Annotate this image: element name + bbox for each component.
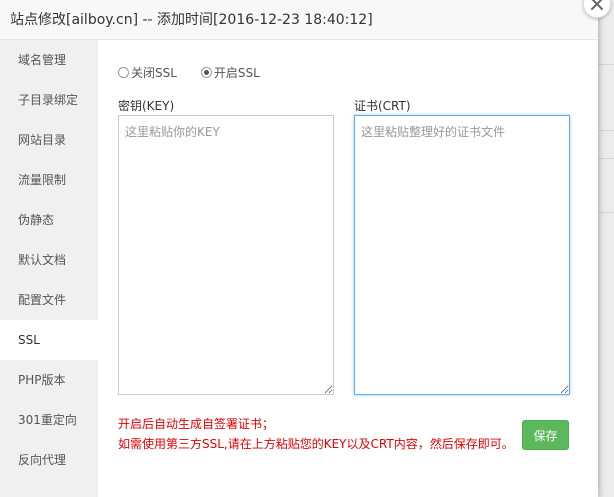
- sidebar-nav: 域名管理 子目录绑定 网站目录 流量限制 伪静态 默认文档 配置文件 SSL P…: [0, 40, 98, 497]
- save-button[interactable]: 保存: [522, 420, 569, 450]
- radio-unchecked-icon[interactable]: [118, 67, 129, 78]
- ssl-on-label: 开启SSL: [213, 66, 260, 80]
- close-icon[interactable]: [591, 0, 603, 10]
- sidebar-item-traffic-limit[interactable]: 流量限制: [0, 160, 98, 200]
- background-page: [598, 0, 614, 497]
- sidebar-item-redirect[interactable]: 301重定向: [0, 400, 98, 440]
- sidebar-item-site-directory[interactable]: 网站目录: [0, 120, 98, 160]
- background-divider: [598, 158, 614, 159]
- key-label: 密钥(KEY): [118, 99, 175, 113]
- background-divider: [598, 212, 614, 213]
- sidebar-item-ssl[interactable]: SSL: [0, 320, 98, 360]
- crt-label: 证书(CRT): [354, 99, 411, 113]
- sidebar-item-subdirectory[interactable]: 子目录绑定: [0, 80, 98, 120]
- ssl-off-label: 关闭SSL: [131, 66, 177, 80]
- ssl-help-note: 开启后自动生成自签署证书； 如需使用第三方SSL,请在上方粘贴您的KEY以及CR…: [118, 414, 514, 454]
- sidebar-item-domain[interactable]: 域名管理: [0, 40, 98, 80]
- sidebar-item-reverse-proxy[interactable]: 反向代理: [0, 440, 98, 480]
- dialog-title: 站点修改[ailboy.cn] -- 添加时间[2016-12-23 18:40…: [0, 0, 598, 40]
- key-textarea[interactable]: [118, 115, 334, 395]
- sidebar-item-rewrite[interactable]: 伪静态: [0, 200, 98, 240]
- sidebar-item-config-file[interactable]: 配置文件: [0, 280, 98, 320]
- background-divider: [598, 130, 614, 131]
- ssl-note-line: 如需使用第三方SSL,请在上方粘贴您的KEY以及CRT内容，然后保存即可。: [118, 437, 514, 451]
- ssl-panel: 关闭SSL 开启SSL 密钥(KEY) 证书(CRT) 开启后自动生成自签署证书…: [98, 40, 598, 497]
- site-edit-dialog: 站点修改[ailboy.cn] -- 添加时间[2016-12-23 18:40…: [0, 0, 611, 497]
- sidebar-item-php-version[interactable]: PHP版本: [0, 360, 98, 400]
- ssl-toggle-group: 关闭SSL 开启SSL: [118, 64, 260, 81]
- ssl-off-radio[interactable]: 关闭SSL: [118, 64, 177, 81]
- sidebar-item-default-doc[interactable]: 默认文档: [0, 240, 98, 280]
- radio-checked-icon[interactable]: [200, 67, 212, 78]
- background-divider: [598, 64, 614, 65]
- ssl-on-radio[interactable]: 开启SSL: [200, 64, 260, 81]
- crt-textarea[interactable]: [354, 115, 570, 395]
- ssl-note-line: 开启后自动生成自签署证书；: [118, 417, 275, 431]
